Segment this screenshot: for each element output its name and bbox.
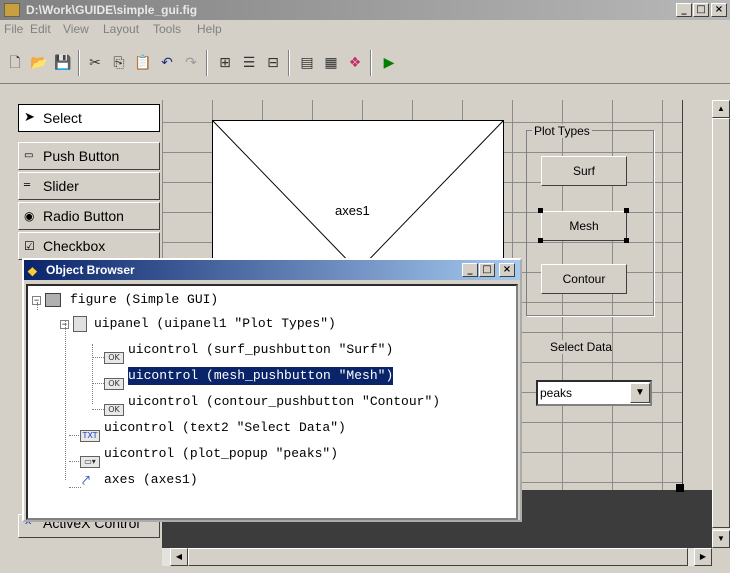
checkbox-icon: ☑ [24,239,35,253]
object-browser-icon: ❖ [27,265,38,279]
palette-slider[interactable]: ═ Slider [18,172,160,200]
palette-checkbox[interactable]: ☑ Checkbox [18,232,160,260]
close-button[interactable]: × [499,263,515,277]
tree-item-contour-pushbutton[interactable]: uicontrol (contour_pushbutton "Contour") [128,393,440,411]
surf-button[interactable]: Surf [541,156,627,186]
object-browser-icon[interactable]: ❖ [344,52,366,74]
resize-handle[interactable] [676,484,684,492]
select-data-label: Select Data [550,340,613,354]
open-folder-icon[interactable]: 📂 [28,52,50,74]
tree-item-uipanel[interactable]: uipanel (uipanel1 "Plot Types") [94,315,336,333]
palette-select[interactable]: ➤ Select [18,104,160,132]
scroll-right-arrow-icon[interactable]: ▶ [694,548,712,566]
popup-menu-icon: ▭▾ [80,456,100,468]
popup-value: peaks [540,386,573,400]
tab-order-icon[interactable]: ⊟ [262,52,284,74]
object-browser-window: ❖ Object Browser _ □ × − figure (Simple … [22,258,522,522]
figure-icon [45,293,61,307]
tree-item-axes[interactable]: axes (axes1) [104,471,198,489]
window-title: D:\Work\GUIDE\simple_gui.fig [26,3,198,17]
tree-item-text2[interactable]: uicontrol (text2 "Select Data") [104,419,346,437]
selection-handle [624,238,629,243]
property-inspector-icon[interactable]: ▦ [320,52,342,74]
maximize-button[interactable]: □ [693,3,709,17]
menu-file[interactable]: File [4,22,23,36]
uipanel-icon [73,316,87,332]
scroll-thumb[interactable] [712,118,730,528]
arrow-cursor-icon: ➤ [24,110,35,125]
scroll-down-arrow-icon[interactable]: ▼ [712,530,730,548]
undo-icon[interactable]: ↶ [156,52,178,74]
redo-icon[interactable]: ↷ [180,52,202,74]
scroll-thumb[interactable] [188,548,688,566]
horizontal-scrollbar[interactable]: ◀ ▶ [162,548,712,566]
selection-handle [538,238,543,243]
vertical-scrollbar[interactable]: ▲ ▼ [712,100,730,548]
collapse-icon[interactable]: − [60,320,69,329]
slider-icon: ═ [24,180,31,191]
text-icon: TXT [80,430,100,442]
tree-item-figure[interactable]: figure (Simple GUI) [70,291,218,309]
selection-handle [538,208,543,213]
ok-icon: OK [104,378,124,390]
new-file-icon[interactable]: 🗋 [4,52,26,74]
menu-help[interactable]: Help [197,22,222,36]
copy-icon[interactable]: ⎘ [108,52,130,74]
minimize-button[interactable]: _ [462,263,478,277]
canvas-border-right [682,100,712,490]
plot-popup[interactable]: peaks ▼ [536,380,652,406]
menu-editor-icon[interactable]: ☰ [238,52,260,74]
maximize-button[interactable]: □ [479,263,495,277]
axes-label: axes1 [335,203,370,218]
m-file-editor-icon[interactable]: ▤ [296,52,318,74]
menu-edit[interactable]: Edit [30,22,51,36]
tree-item-mesh-pushbutton[interactable]: uicontrol (mesh_pushbutton "Mesh") [128,367,394,385]
panel-title: Plot Types [532,124,592,138]
run-icon[interactable]: ▶ [378,52,400,74]
mesh-button[interactable]: Mesh [541,211,627,241]
chevron-down-icon[interactable]: ▼ [630,383,650,403]
tree-item-surf-pushbutton[interactable]: uicontrol (surf_pushbutton "Surf") [128,341,393,359]
menu-bar: File Edit View Layout Tools Help [0,20,730,40]
save-icon[interactable]: 💾 [52,52,74,74]
palette-push-button[interactable]: ▭ Push Button [18,142,160,170]
object-tree: − figure (Simple GUI) − uipanel (uipanel… [26,284,518,520]
menu-tools[interactable]: Tools [153,22,181,36]
tree-item-plot-popup[interactable]: uicontrol (plot_popup "peaks") [104,445,338,463]
paste-icon[interactable]: 📋 [132,52,154,74]
toolbar: 🗋 📂 💾 ✂ ⎘ 📋 ↶ ↷ ⊞ ☰ ⊟ ▤ ▦ ❖ ▶ [0,40,730,84]
align-icon[interactable]: ⊞ [214,52,236,74]
guide-app-icon [4,3,20,17]
axes-icon: ⤤ [82,472,90,488]
contour-button[interactable]: Contour [541,264,627,294]
radio-icon: ◉ [24,209,35,223]
scroll-left-arrow-icon[interactable]: ◀ [170,548,188,566]
menu-view[interactable]: View [63,22,89,36]
object-browser-title-bar: ❖ Object Browser _ □ × [24,260,520,280]
cut-icon[interactable]: ✂ [84,52,106,74]
scroll-up-arrow-icon[interactable]: ▲ [712,100,730,118]
ok-icon: ▭ [24,150,34,161]
collapse-icon[interactable]: − [32,296,41,305]
window-title-bar: D:\Work\GUIDE\simple_gui.fig _ □ × [0,0,730,20]
selection-handle [624,208,629,213]
object-browser-title: Object Browser [46,263,135,277]
menu-layout[interactable]: Layout [103,22,139,36]
ok-icon: OK [104,404,124,416]
ok-icon: OK [104,352,124,364]
close-button[interactable]: × [711,3,727,17]
palette-radio-button[interactable]: ◉ Radio Button [18,202,160,230]
minimize-button[interactable]: _ [676,3,692,17]
